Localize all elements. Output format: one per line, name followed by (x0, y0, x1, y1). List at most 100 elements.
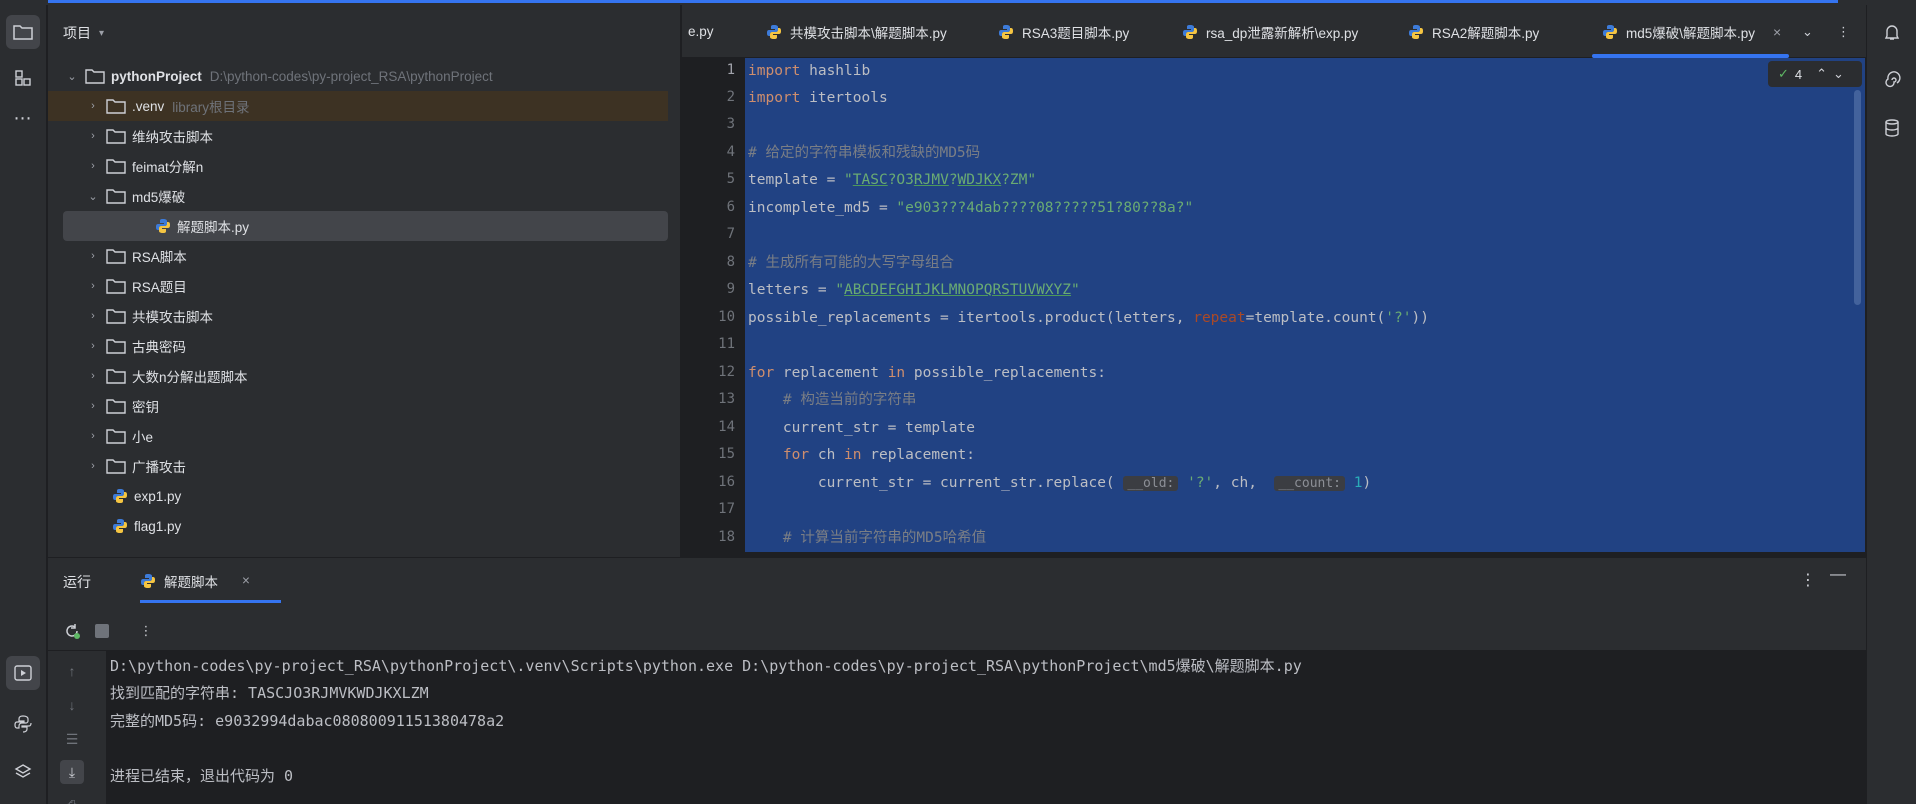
folder-icon (106, 189, 126, 204)
line-number: 1 (726, 62, 735, 78)
tree-item-file[interactable]: exp1.py (48, 481, 668, 511)
chevron-right-icon[interactable]: › (84, 280, 102, 292)
layers-tool-button[interactable] (6, 755, 40, 789)
run-tool-button[interactable] (6, 656, 40, 690)
database-button[interactable] (1875, 111, 1909, 145)
stop-icon (95, 624, 109, 638)
chevron-right-icon[interactable]: › (84, 160, 102, 172)
folder-icon (106, 339, 126, 354)
tree-item-folder[interactable]: › 密钥 (48, 391, 668, 421)
tab-label: RSA2解题脚本.py (1432, 25, 1540, 41)
code-line: # 计算当前字符串的MD5哈希值 (748, 530, 987, 546)
code-selection-area[interactable]: import hashlib import itertools # 给定的字符串… (745, 58, 1865, 552)
ai-assistant-button[interactable] (1875, 63, 1909, 97)
editor-tab[interactable]: RSA3题目脚本.py (998, 5, 1129, 58)
folder-icon (106, 459, 126, 474)
scroll-down-icon[interactable]: ↓ (60, 693, 84, 717)
project-tool-button[interactable] (6, 15, 40, 49)
chevron-right-icon[interactable]: › (84, 340, 102, 352)
folder-icon (106, 429, 126, 444)
chevron-right-icon[interactable]: › (84, 310, 102, 322)
chevron-right-icon[interactable]: › (84, 100, 102, 112)
code-line: # 生成所有可能的大写字母组合 (748, 255, 954, 271)
run-more-button[interactable]: ⋮ (132, 617, 160, 645)
right-tool-strip (1866, 5, 1916, 804)
structure-tool-button[interactable] (6, 61, 40, 95)
run-config-tab[interactable]: 解题脚本 × (126, 558, 289, 603)
tree-item-folder[interactable]: › 古典密码 (48, 331, 668, 361)
close-icon[interactable]: × (242, 573, 250, 588)
rerun-button[interactable] (58, 617, 86, 645)
chevron-right-icon[interactable]: › (84, 250, 102, 262)
soft-wrap-icon[interactable]: ☰ (60, 727, 84, 751)
tree-item-folder[interactable]: › 广播攻击 (48, 451, 668, 481)
chevron-right-icon[interactable]: › (84, 370, 102, 382)
folder-icon (106, 249, 126, 264)
tree-item-folder[interactable]: › feimat分解n (48, 151, 668, 181)
chevron-down-icon[interactable]: ⌄ (1833, 66, 1844, 82)
editor-tab-active[interactable]: md5爆破\解题脚本.py × (1592, 5, 1790, 58)
line-number: 17 (718, 501, 735, 517)
python-icon (14, 715, 32, 733)
tree-item-label: 密钥 (132, 400, 159, 415)
editor-tab[interactable]: RSA2解题脚本.py (1408, 5, 1539, 58)
structure-icon (15, 70, 31, 86)
more-tools-button[interactable]: ⋯ (6, 101, 40, 135)
project-panel-header[interactable]: 项目 ▾ (48, 5, 680, 61)
python-console-button[interactable] (6, 707, 40, 741)
tree-item-label: RSA脚本 (132, 250, 187, 265)
folder-icon (106, 99, 126, 114)
chevron-up-icon[interactable]: ⌃ (1816, 66, 1827, 82)
python-file-icon (1183, 24, 1197, 39)
tree-item-folder[interactable]: › 维纳攻击脚本 (48, 121, 668, 151)
scroll-up-icon[interactable]: ↑ (60, 659, 84, 683)
more-vertical-icon[interactable]: ⋮ (1800, 570, 1816, 590)
print-icon[interactable]: ⎙ (60, 793, 84, 804)
tab-label: rsa_dp泄露新解析\exp.py (1206, 25, 1359, 41)
tab-list-button[interactable]: ⌄ (1802, 5, 1813, 58)
chevron-down-icon[interactable]: ⌄ (84, 190, 102, 203)
folder-icon (85, 69, 105, 84)
editor-tab[interactable]: 共模攻击脚本\解题脚本.py (766, 5, 947, 58)
editor-scrollbar[interactable] (1854, 90, 1861, 305)
notifications-button[interactable] (1875, 15, 1909, 49)
inlay-hint: __count: (1274, 476, 1346, 491)
tree-item-folder[interactable]: › 共模攻击脚本 (48, 301, 668, 331)
editor-tab[interactable]: rsa_dp泄露新解析\exp.py (1182, 5, 1358, 58)
minimize-icon[interactable]: — (1830, 566, 1846, 584)
stop-button[interactable] (88, 617, 116, 645)
tree-item-file[interactable]: flag1.py (48, 511, 668, 541)
tree-item-folder[interactable]: › RSA题目 (48, 271, 668, 301)
tree-item-label: 共模攻击脚本 (132, 310, 213, 325)
tree-item-label: 大数n分解出题脚本 (132, 370, 248, 385)
code-line: import itertools (748, 90, 888, 106)
line-number: 12 (718, 364, 735, 380)
python-file-icon (113, 519, 127, 533)
tree-item-folder[interactable]: › RSA脚本 (48, 241, 668, 271)
tree-item-folder[interactable]: › 大数n分解出题脚本 (48, 361, 668, 391)
code-line: letters = "ABCDEFGHIJKLMNOPQRSTUVWXYZ" (748, 282, 1080, 298)
chevron-right-icon[interactable]: › (84, 130, 102, 142)
tab-more-button[interactable]: ⋮ (1837, 5, 1850, 58)
console-line: D:\python-codes\py-project_RSA\pythonPro… (110, 657, 1302, 675)
chevron-right-icon[interactable]: › (84, 460, 102, 472)
layers-icon (14, 764, 32, 778)
scroll-to-end-icon[interactable]: ⤓ (60, 760, 84, 784)
chevron-right-icon[interactable]: › (84, 400, 102, 412)
tree-item-selected-file[interactable]: 解题脚本.py (63, 211, 668, 241)
editor-tab[interactable]: e.py (688, 5, 714, 58)
chevron-down-icon: ⌄ (1802, 23, 1813, 39)
more-vertical-icon: ⋮ (1837, 23, 1850, 39)
python-file-icon (141, 573, 155, 588)
chevron-down-icon[interactable]: ▾ (99, 28, 104, 39)
tree-item-venv[interactable]: › .venv library根目录 (48, 91, 668, 121)
chevron-down-icon[interactable]: ⌄ (63, 70, 81, 83)
inspection-widget[interactable]: ✓ 4 ⌃ ⌄ (1768, 61, 1862, 87)
close-icon[interactable]: × (1773, 24, 1781, 40)
tree-item-folder[interactable]: › 小e (48, 421, 668, 451)
tree-item-folder-expanded[interactable]: ⌄ md5爆破 (48, 181, 668, 211)
tree-root[interactable]: ⌄ pythonProject D:\python-codes\py-proje… (48, 61, 668, 91)
chevron-right-icon[interactable]: › (84, 430, 102, 442)
console-output[interactable]: ↑ ↓ ☰ ⤓ ⎙ D:\python-codes\py-project_RSA… (48, 651, 1866, 804)
code-editor[interactable]: 1 2 3 4 5 6 7 8 9 10 11 12 13 14 15 16 1… (682, 58, 1866, 552)
